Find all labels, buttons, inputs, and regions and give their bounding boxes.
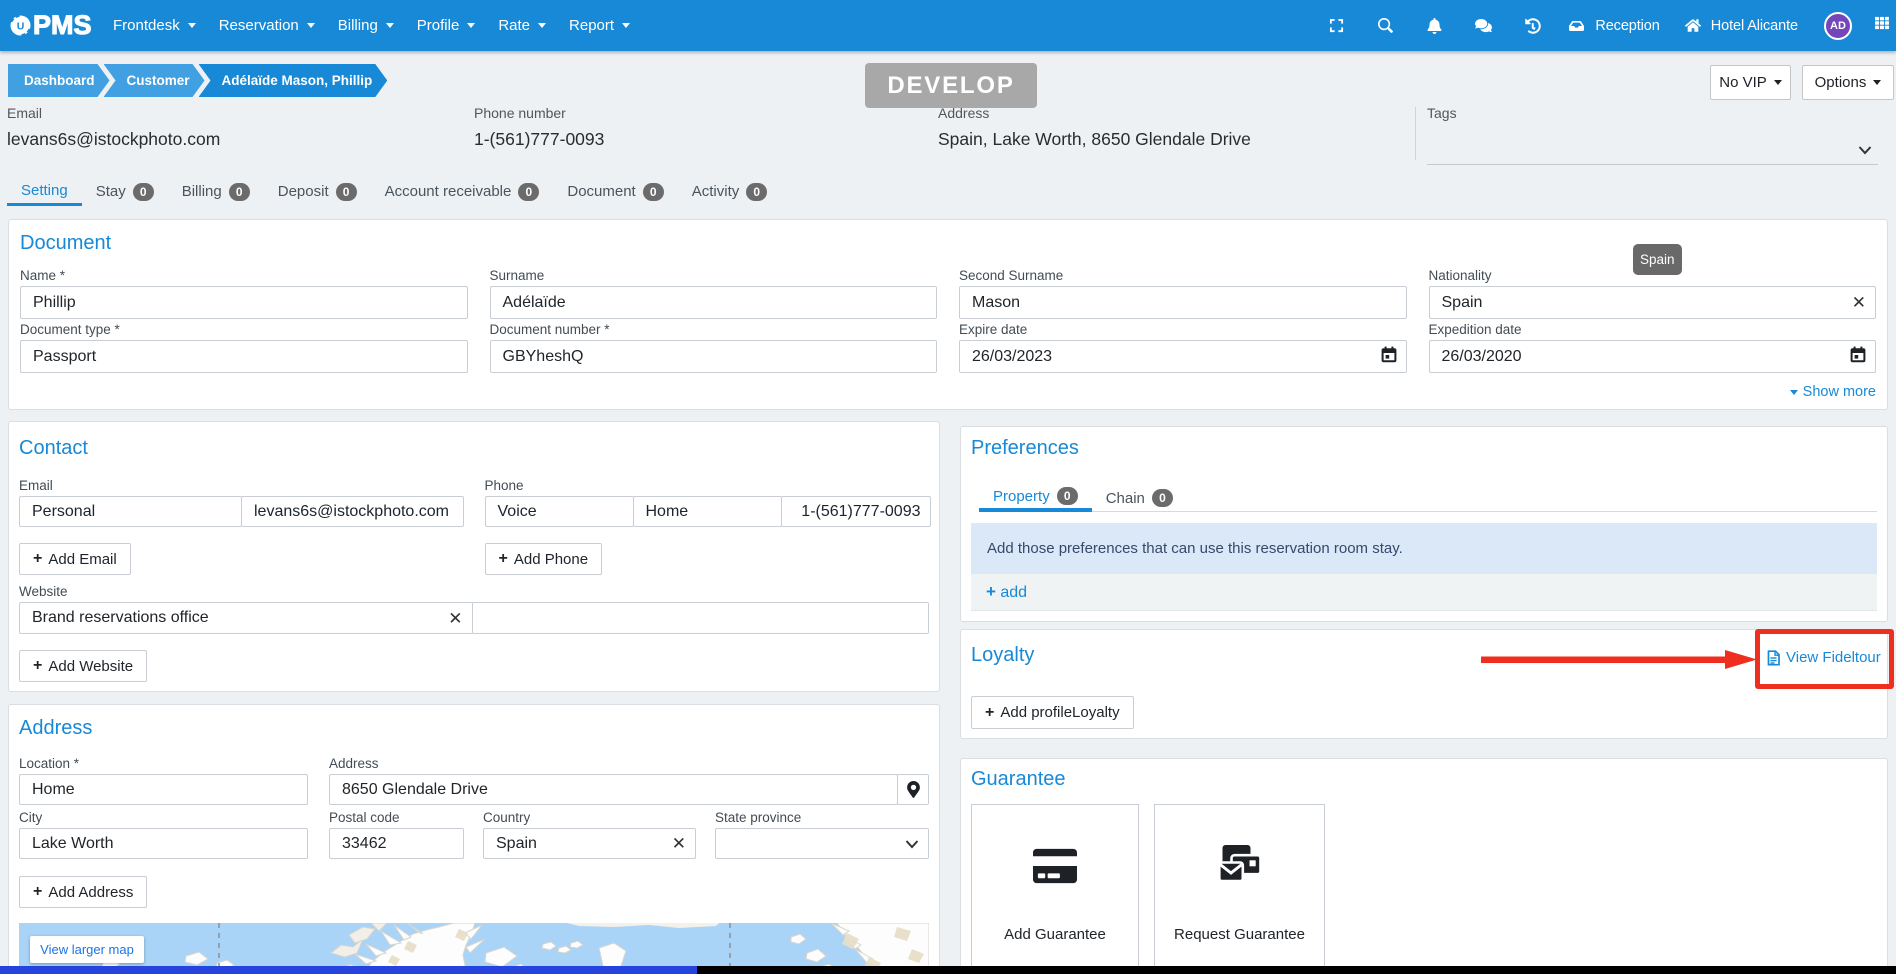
svg-text:U: U	[17, 20, 25, 32]
